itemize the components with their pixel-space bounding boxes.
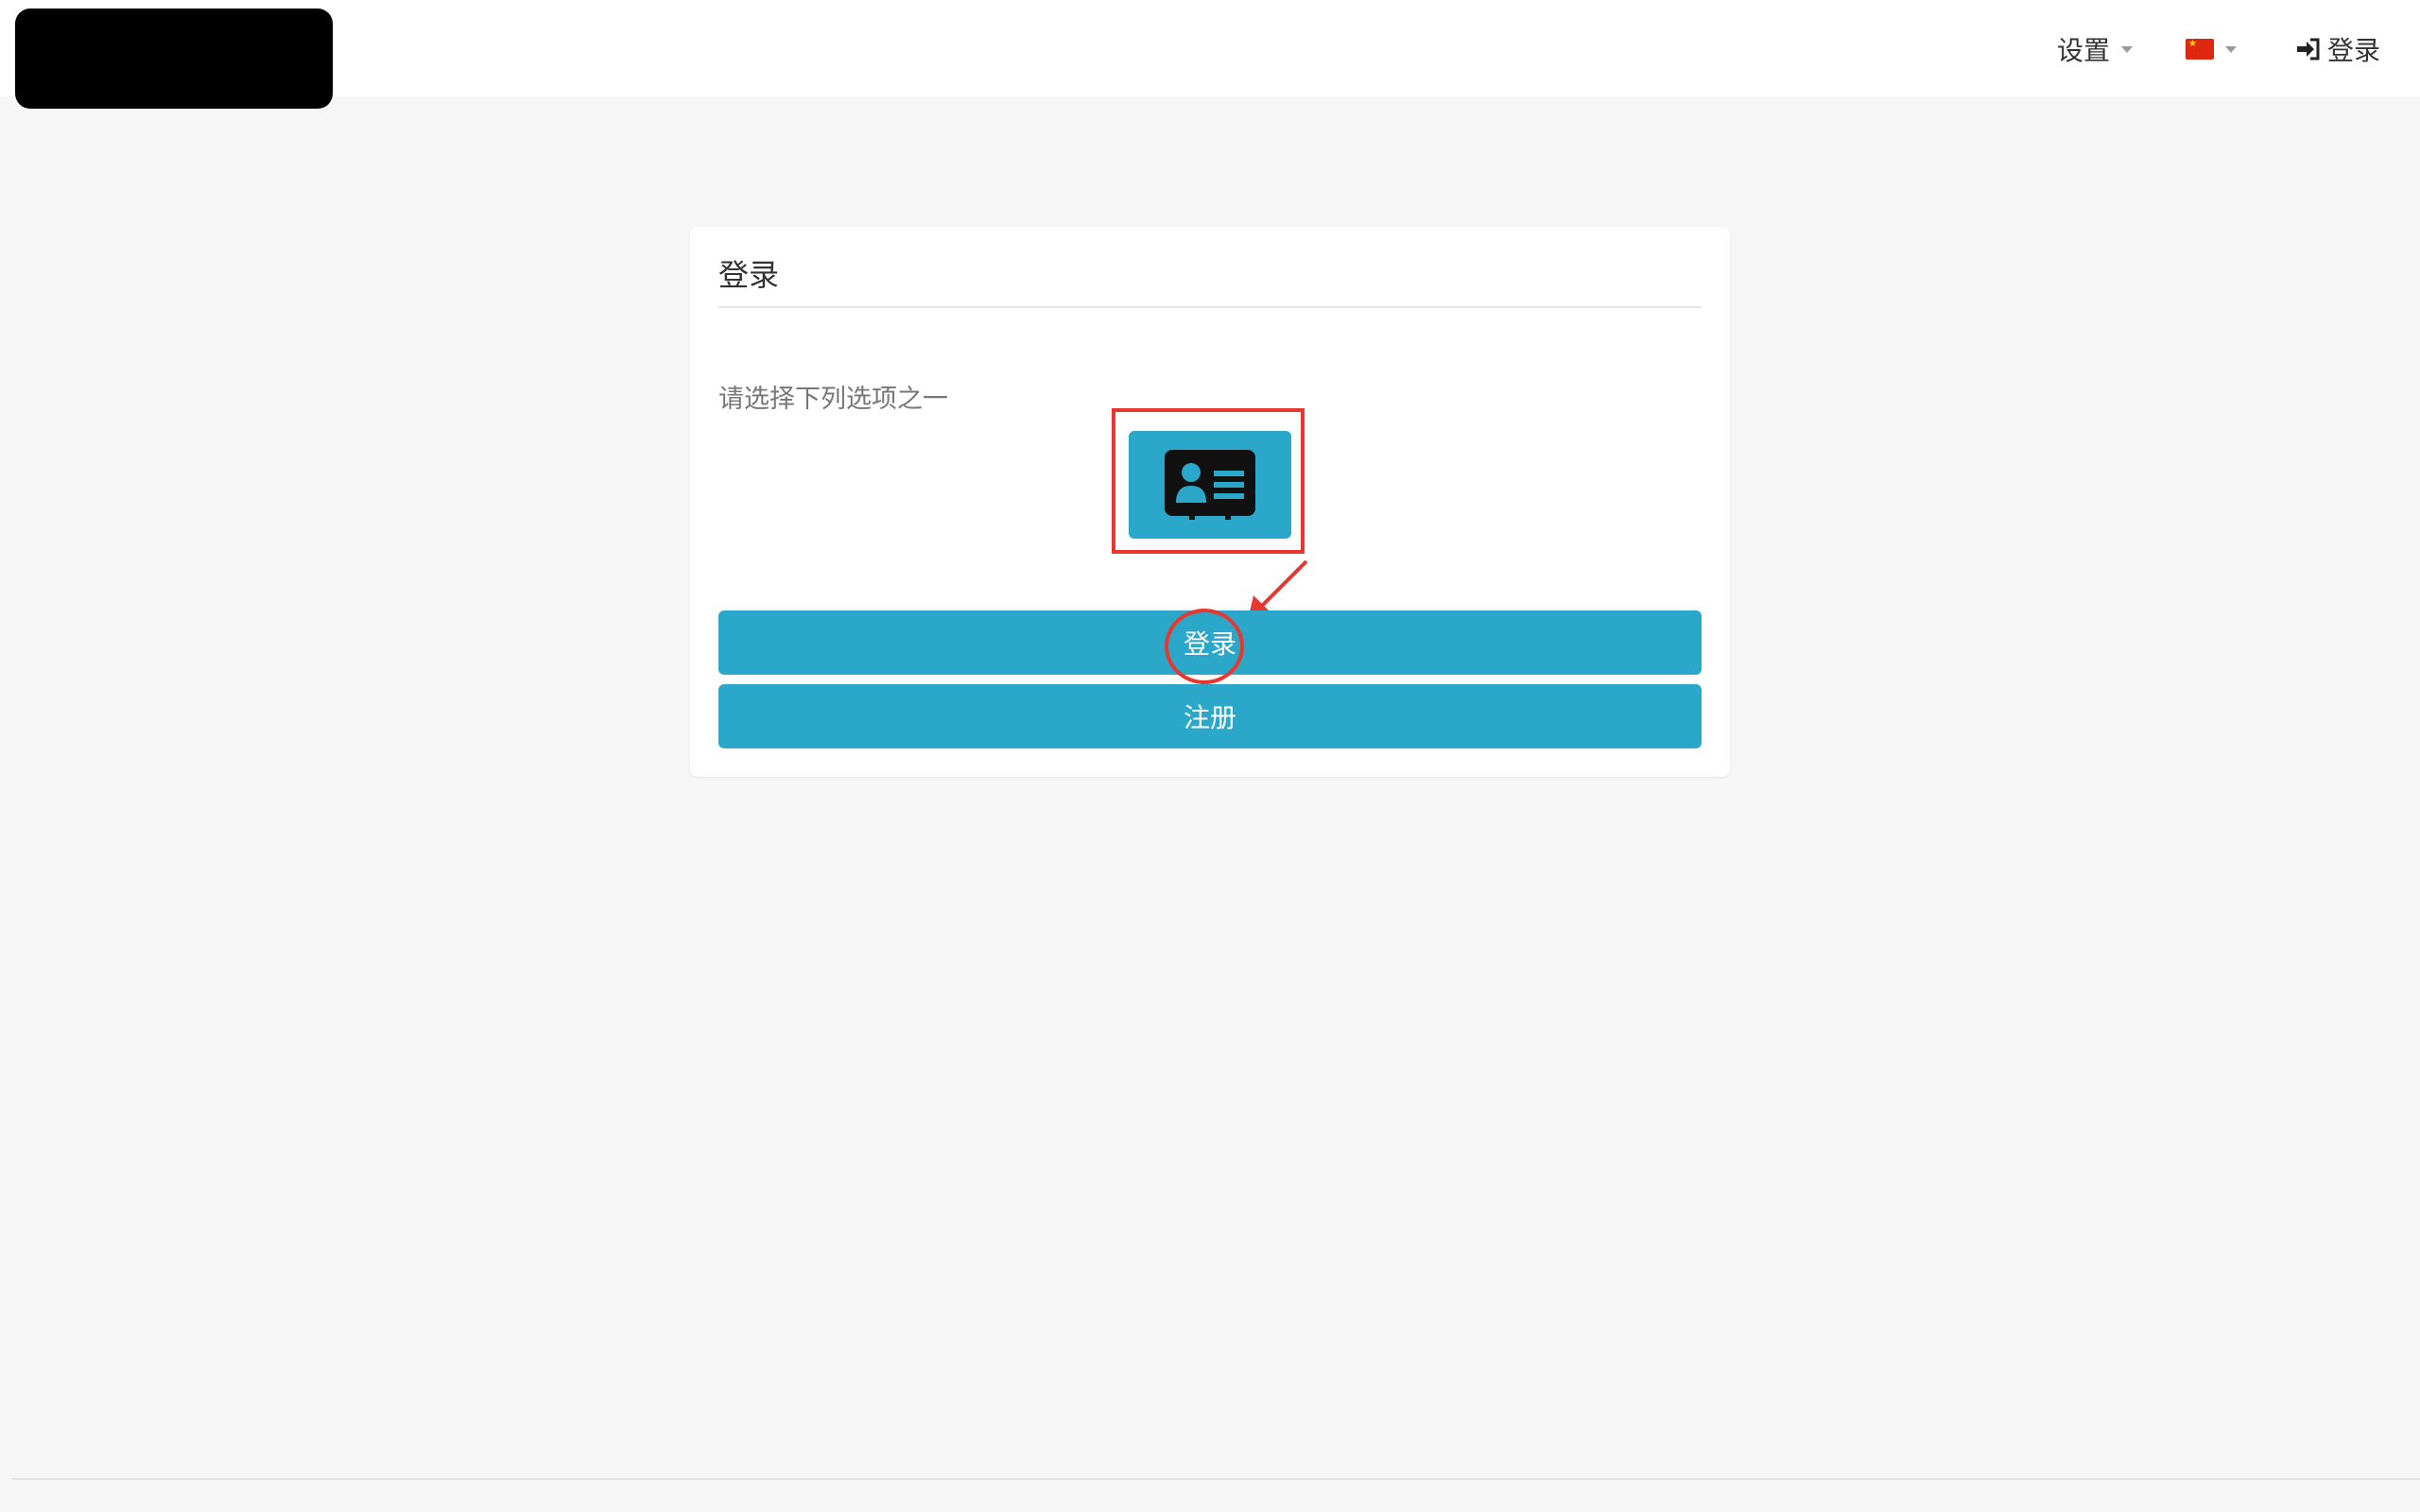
language-dropdown[interactable]: ★ bbox=[2186, 25, 2237, 74]
nav-login-link[interactable]: 登录 bbox=[2295, 25, 2380, 74]
sign-in-icon bbox=[2297, 38, 2320, 60]
footer-divider bbox=[11, 1478, 2420, 1480]
login-panel: 登录 请选择下列选项之一 登录 注册 bbox=[690, 227, 1730, 777]
panel-hint: 请选择下列选项之一 bbox=[718, 385, 948, 414]
register-button[interactable]: 注册 bbox=[718, 684, 1702, 748]
logo-redacted bbox=[15, 9, 333, 109]
top-navbar: 设置 ★ 登录 bbox=[0, 0, 2420, 96]
china-flag-icon: ★ bbox=[2186, 39, 2214, 60]
caret-down-icon bbox=[2225, 45, 2237, 53]
id-card-icon bbox=[1165, 450, 1255, 520]
login-button[interactable]: 登录 bbox=[718, 610, 1702, 675]
id-card-option[interactable] bbox=[1129, 431, 1291, 539]
settings-dropdown[interactable]: 设置 bbox=[2057, 25, 2134, 74]
settings-label: 设置 bbox=[2057, 35, 2111, 66]
panel-divider bbox=[718, 306, 1702, 308]
nav-login-label: 登录 bbox=[2327, 35, 2381, 66]
caret-down-icon bbox=[2121, 45, 2134, 53]
panel-title: 登录 bbox=[718, 257, 780, 293]
